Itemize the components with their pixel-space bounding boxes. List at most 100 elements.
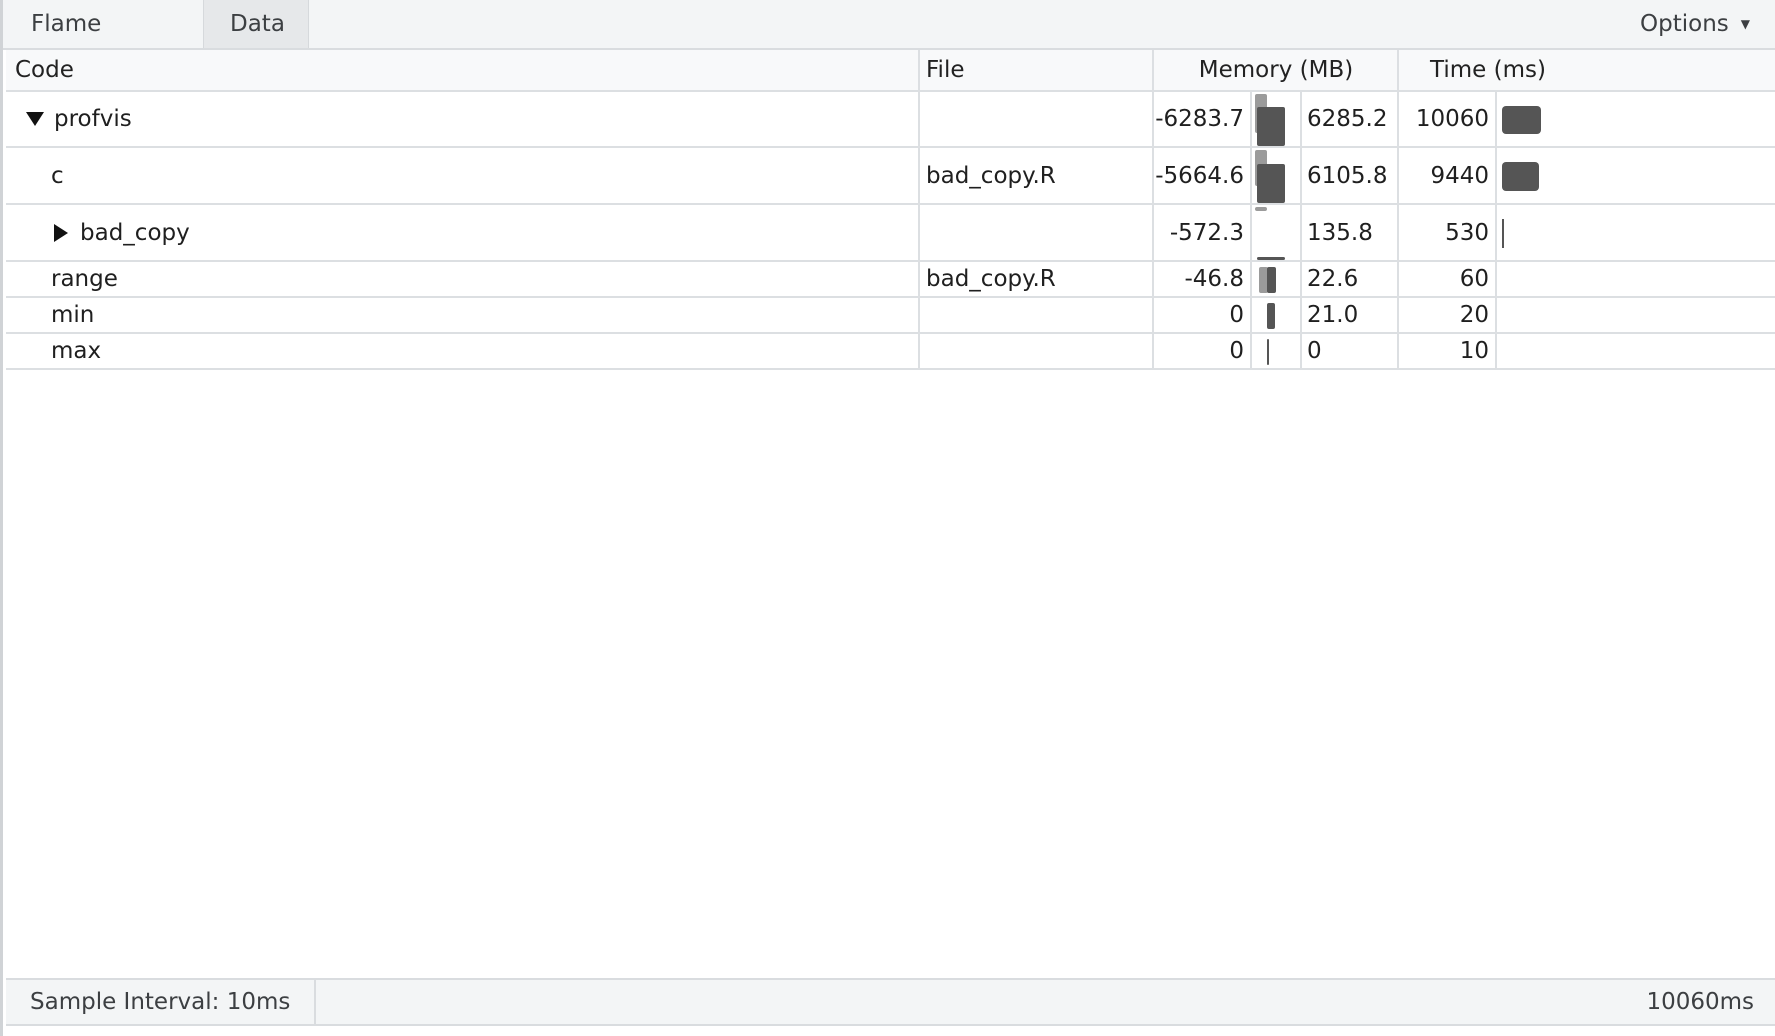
memory-alloc-bar (1267, 267, 1276, 293)
time-value: 530 (1445, 219, 1489, 246)
column-divider (1300, 92, 1302, 146)
column-divider (1152, 334, 1154, 368)
column-divider (1300, 298, 1302, 332)
column-divider (1300, 148, 1302, 203)
memory-alloc-value: 21.0 (1307, 302, 1359, 328)
column-divider (1495, 148, 1497, 203)
file-cell: bad_copy.R (926, 162, 1056, 189)
time-value: 9440 (1430, 162, 1489, 189)
column-divider (1397, 334, 1399, 368)
code-label: bad_copy (80, 219, 190, 246)
column-divider (1300, 262, 1302, 296)
time-bar (1502, 162, 1539, 191)
column-header-file[interactable]: File (926, 50, 965, 90)
memory-freed-bar (1255, 207, 1267, 211)
status-divider (314, 980, 316, 1024)
column-divider (918, 50, 920, 90)
code-label: profvis (54, 106, 132, 132)
collapse-triangle-icon[interactable] (26, 112, 44, 126)
code-label: max (51, 338, 102, 364)
memory-alloc-value: 0 (1307, 338, 1322, 364)
column-divider (918, 205, 920, 260)
time-value: 10060 (1415, 106, 1489, 132)
memory-alloc-value: 22.6 (1307, 266, 1359, 292)
column-divider (1495, 92, 1497, 146)
time-value: 20 (1459, 302, 1489, 328)
column-header-time[interactable]: Time (ms) (1399, 50, 1577, 90)
column-divider (1152, 92, 1154, 146)
code-cell: max (51, 334, 101, 368)
column-divider (1397, 92, 1399, 146)
table-row[interactable]: profvis -6283.7 6285.2 10060 (6, 92, 1775, 148)
column-divider (918, 334, 920, 368)
column-divider (1152, 148, 1154, 203)
total-time-label: 10060ms (1646, 989, 1754, 1015)
memory-alloc-value: 6105.8 (1307, 162, 1388, 189)
memory-alloc-bar (1257, 257, 1285, 260)
code-cell: bad_copy (54, 205, 190, 260)
memory-alloc-bar (1257, 107, 1285, 146)
column-divider (1250, 262, 1252, 296)
memory-alloc-value: 6285.2 (1307, 106, 1388, 132)
code-cell: range (51, 262, 118, 296)
column-header-memory[interactable]: Memory (MB) (1154, 50, 1398, 90)
column-divider (1397, 298, 1399, 332)
memory-alloc-bar (1267, 339, 1269, 365)
code-label: range (51, 266, 118, 292)
column-divider (1495, 205, 1497, 260)
column-divider (1300, 334, 1302, 368)
file-cell: bad_copy.R (926, 266, 1056, 292)
table-row[interactable]: bad_copy -572.3 135.8 530 (6, 205, 1775, 262)
column-divider (1300, 205, 1302, 260)
caret-down-icon: ▼ (1740, 17, 1750, 31)
column-divider (1250, 205, 1252, 260)
column-divider (1250, 298, 1252, 332)
column-divider (918, 92, 920, 146)
memory-freed-value: -572.3 (1169, 219, 1244, 246)
table-row[interactable]: min 0 21.0 20 (6, 298, 1775, 334)
memory-alloc-bar (1267, 303, 1275, 329)
options-menu-button[interactable]: Options ▼ (1640, 0, 1750, 48)
column-divider (1397, 205, 1399, 260)
column-divider (1152, 262, 1154, 296)
memory-freed-value: -5664.6 (1155, 162, 1244, 189)
profvis-panel: Flame Graph Data Options ▼ Code File Memo… (0, 0, 1775, 1036)
column-divider (1397, 262, 1399, 296)
time-value: 10 (1459, 338, 1489, 364)
time-bar (1502, 106, 1541, 134)
code-label: c (51, 162, 64, 189)
column-divider (1495, 334, 1497, 368)
table-row[interactable]: range bad_copy.R -46.8 22.6 60 (6, 262, 1775, 298)
memory-freed-value: 0 (1229, 338, 1244, 364)
column-divider (1250, 92, 1252, 146)
memory-alloc-bar (1257, 164, 1285, 203)
column-divider (918, 148, 920, 203)
time-bar (1502, 219, 1504, 248)
column-divider (1152, 298, 1154, 332)
column-divider (1250, 334, 1252, 368)
column-divider (1495, 298, 1497, 332)
column-divider (1250, 148, 1252, 203)
memory-alloc-value: 135.8 (1307, 219, 1373, 246)
table-row[interactable]: max 0 0 10 (6, 334, 1775, 370)
memory-freed-value: -6283.7 (1155, 106, 1244, 132)
tab-flame-graph[interactable]: Flame Graph (5, 0, 203, 85)
column-divider (1495, 262, 1497, 296)
column-divider (1397, 148, 1399, 203)
status-bar: Sample Interval: 10ms 10060ms (6, 978, 1775, 1026)
column-divider (918, 262, 920, 296)
memory-freed-value: 0 (1229, 302, 1244, 328)
options-label: Options (1640, 11, 1729, 37)
expand-triangle-icon[interactable] (54, 223, 68, 242)
code-cell: min (51, 298, 94, 332)
memory-freed-value: -46.8 (1184, 266, 1244, 292)
tab-data[interactable]: Data (203, 0, 309, 48)
code-cell: c (51, 148, 64, 203)
column-divider (1152, 205, 1154, 260)
tab-bar: Flame Graph Data Options ▼ (3, 0, 1775, 85)
sample-interval-label: Sample Interval: 10ms (30, 989, 291, 1015)
code-label: min (51, 302, 95, 328)
column-header-code[interactable]: Code (15, 50, 74, 90)
table-header: Code File Memory (MB) Time (ms) (6, 50, 1775, 92)
table-row[interactable]: c bad_copy.R -5664.6 6105.8 9440 (6, 148, 1775, 205)
